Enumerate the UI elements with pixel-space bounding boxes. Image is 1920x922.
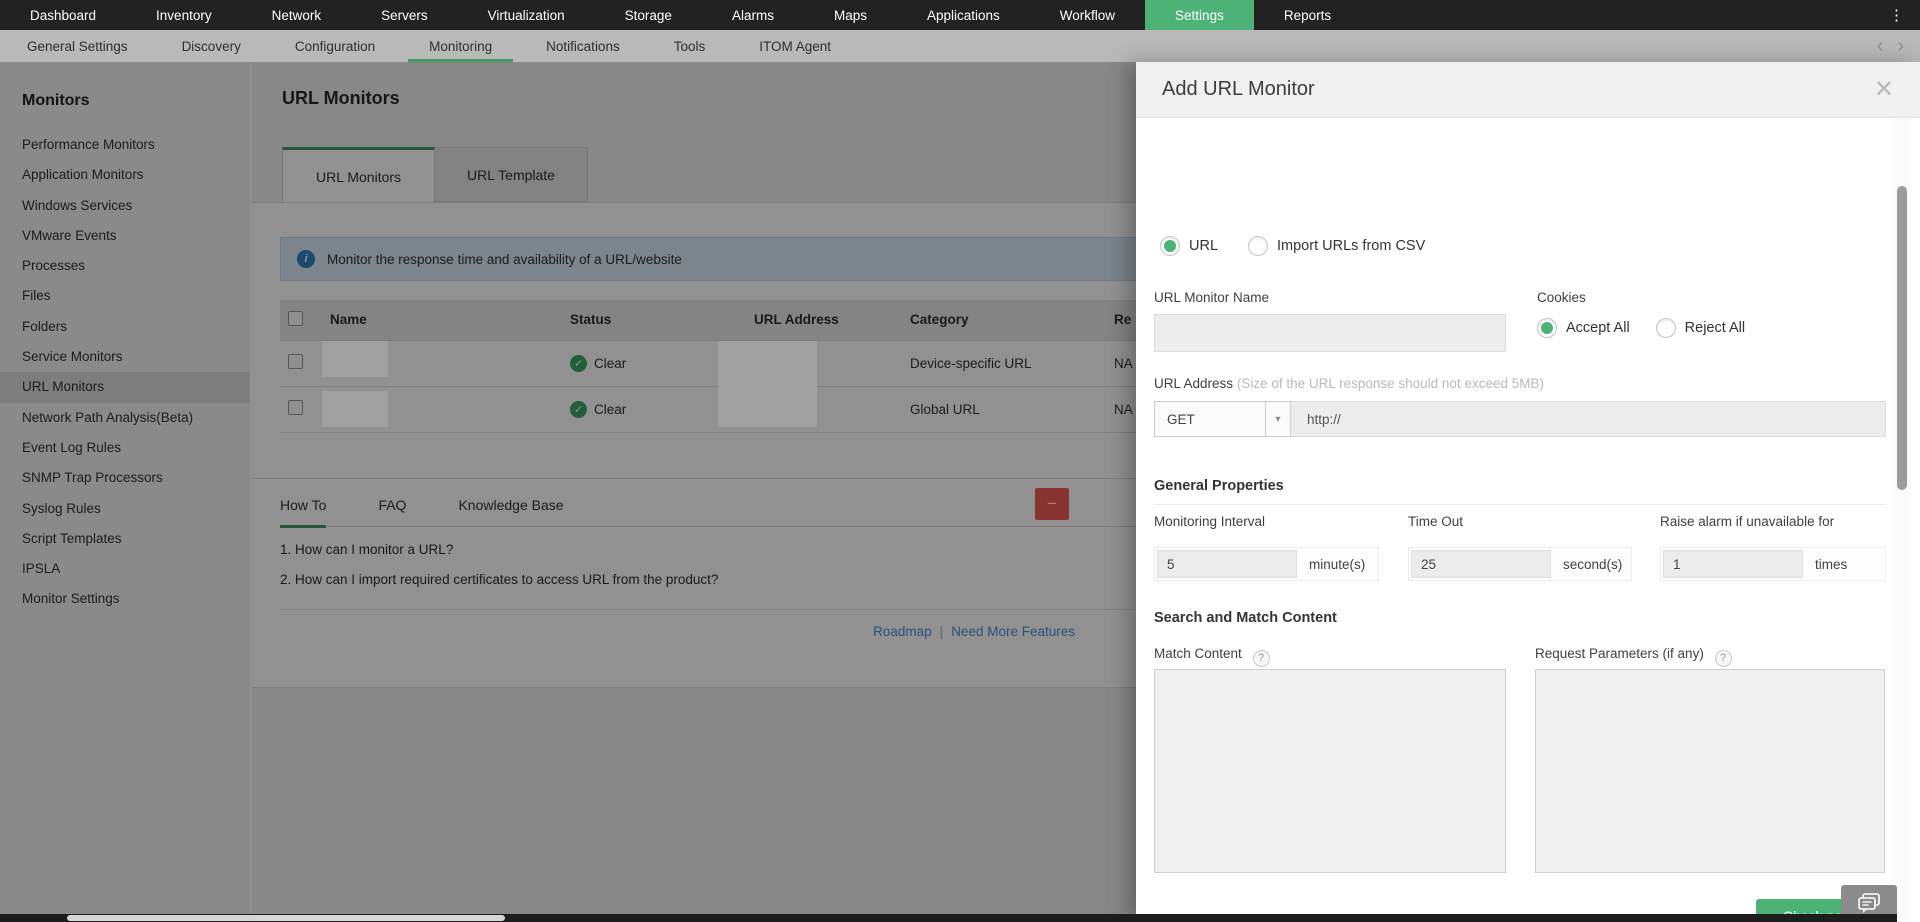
subnav-configuration[interactable]: Configuration <box>268 30 402 62</box>
request-params-textarea[interactable] <box>1535 669 1885 873</box>
general-properties-heading: General Properties <box>1154 478 1284 494</box>
match-content-label: Match Content <box>1154 646 1242 661</box>
redacted-name-cell <box>322 341 388 377</box>
nav-maps[interactable]: Maps <box>804 0 897 30</box>
divider <box>1154 504 1886 505</box>
kebab-menu-icon[interactable]: ⋮ <box>1873 0 1920 30</box>
time-out-label: Time Out <box>1408 514 1464 529</box>
chevron-down-icon[interactable]: ▾ <box>1266 401 1291 437</box>
url-address-input[interactable]: http:// <box>1291 401 1886 437</box>
raise-alarm-label: Raise alarm if unavailable for <box>1660 514 1835 529</box>
settings-sub-navigation: General Settings Discovery Configuration… <box>0 30 1920 62</box>
subnav-discovery[interactable]: Discovery <box>155 30 268 62</box>
radio-url[interactable]: URL <box>1160 236 1218 256</box>
url-monitor-name-label: URL Monitor Name <box>1154 290 1270 305</box>
raise-alarm-field: Raise alarm if unavailable for 1 times <box>1660 514 1886 581</box>
subnav-general-settings[interactable]: General Settings <box>0 30 155 62</box>
radio-accept-all-label: Accept All <box>1566 320 1630 336</box>
nav-dashboard[interactable]: Dashboard <box>0 0 126 30</box>
radio-import-urls-csv[interactable]: Import URLs from CSV <box>1248 236 1425 256</box>
radio-url-control[interactable] <box>1160 236 1180 256</box>
match-content-help-icon[interactable]: ? <box>1252 649 1270 667</box>
radio-reject-all-control[interactable] <box>1655 318 1676 338</box>
subnav-monitoring[interactable]: Monitoring <box>402 30 519 62</box>
time-out-field: Time Out 25 second(s) <box>1408 514 1632 581</box>
monitoring-interval-unit: minute(s) <box>1309 556 1366 572</box>
raise-alarm-input[interactable]: 1 <box>1663 550 1803 578</box>
nav-virtualization[interactable]: Virtualization <box>458 0 595 30</box>
subnav-itom-agent[interactable]: ITOM Agent <box>732 30 858 62</box>
radio-import-label: Import URLs from CSV <box>1277 238 1426 254</box>
nav-applications[interactable]: Applications <box>897 0 1030 30</box>
url-address-hint: (Size of the URL response should not exc… <box>1236 376 1544 391</box>
cookies-radio-group: Accept All Reject All <box>1537 318 1745 338</box>
url-monitor-name-input[interactable] <box>1154 314 1506 352</box>
nav-network[interactable]: Network <box>242 0 352 30</box>
chat-bubbles-icon <box>1858 892 1880 913</box>
cookies-label: Cookies <box>1537 290 1586 305</box>
request-params-label-row: Request Parameters (if any) ? <box>1535 646 1732 667</box>
url-address-label-row: URL Address (Size of the URL response sh… <box>1154 376 1544 391</box>
nav-alarms[interactable]: Alarms <box>702 0 804 30</box>
redacted-url-cell <box>718 341 817 427</box>
nav-workflow[interactable]: Workflow <box>1030 0 1145 30</box>
nav-settings[interactable]: Settings <box>1145 0 1254 30</box>
radio-url-label: URL <box>1189 238 1219 254</box>
request-params-help-icon[interactable]: ? <box>1714 649 1732 667</box>
nav-inventory[interactable]: Inventory <box>126 0 242 30</box>
subnav-scroll-controls: ‹ › <box>1861 30 1920 62</box>
match-content-textarea[interactable] <box>1154 669 1506 873</box>
raise-alarm-unit: times <box>1815 556 1848 572</box>
drawer-header: Add URL Monitor ✕ <box>1136 62 1920 118</box>
monitoring-interval-field: Monitoring Interval 5 minute(s) <box>1154 514 1379 581</box>
subnav-tools[interactable]: Tools <box>647 30 733 62</box>
http-method-select[interactable]: GET <box>1154 401 1266 437</box>
radio-accept-all[interactable]: Accept All <box>1537 318 1630 338</box>
horizontal-scrollbar-thumb[interactable] <box>67 915 505 921</box>
monitoring-interval-label: Monitoring Interval <box>1154 514 1266 529</box>
radio-accept-all-control[interactable] <box>1537 318 1557 338</box>
close-icon[interactable]: ✕ <box>1874 77 1894 102</box>
chevron-left-icon[interactable]: ‹ <box>1877 35 1884 58</box>
top-navigation: Dashboard Inventory Network Servers Virt… <box>0 0 1920 30</box>
modal-dim-overlay <box>0 62 1136 922</box>
add-url-monitor-drawer: Add URL Monitor ✕ URL Import URLs from C… <box>1136 62 1920 922</box>
nav-storage[interactable]: Storage <box>595 0 702 30</box>
chevron-right-icon[interactable]: › <box>1897 35 1904 58</box>
radio-import-control[interactable] <box>1248 236 1269 256</box>
url-address-row: GET ▾ http:// <box>1154 401 1886 437</box>
match-content-label-row: Match Content ? <box>1154 646 1270 667</box>
drawer-body: URL Import URLs from CSV URL Monitor Nam… <box>1136 118 1920 922</box>
radio-reject-all[interactable]: Reject All <box>1655 318 1746 338</box>
time-out-input[interactable]: 25 <box>1411 550 1551 578</box>
drawer-title: Add URL Monitor <box>1162 78 1315 100</box>
monitor-type-radio-group: URL Import URLs from CSV <box>1160 236 1425 256</box>
monitoring-interval-input[interactable]: 5 <box>1157 550 1297 578</box>
subnav-notifications[interactable]: Notifications <box>519 30 647 62</box>
nav-reports[interactable]: Reports <box>1254 0 1361 30</box>
nav-servers[interactable]: Servers <box>351 0 458 30</box>
url-address-label: URL Address <box>1154 376 1234 391</box>
redacted-name-cell <box>322 391 388 427</box>
time-out-unit: second(s) <box>1563 556 1623 572</box>
drawer-scrollbar-thumb[interactable] <box>1897 186 1907 490</box>
request-params-label: Request Parameters (if any) <box>1535 646 1704 661</box>
horizontal-scrollbar[interactable] <box>0 914 1897 922</box>
search-match-heading: Search and Match Content <box>1154 610 1337 626</box>
radio-reject-all-label: Reject All <box>1684 320 1746 336</box>
